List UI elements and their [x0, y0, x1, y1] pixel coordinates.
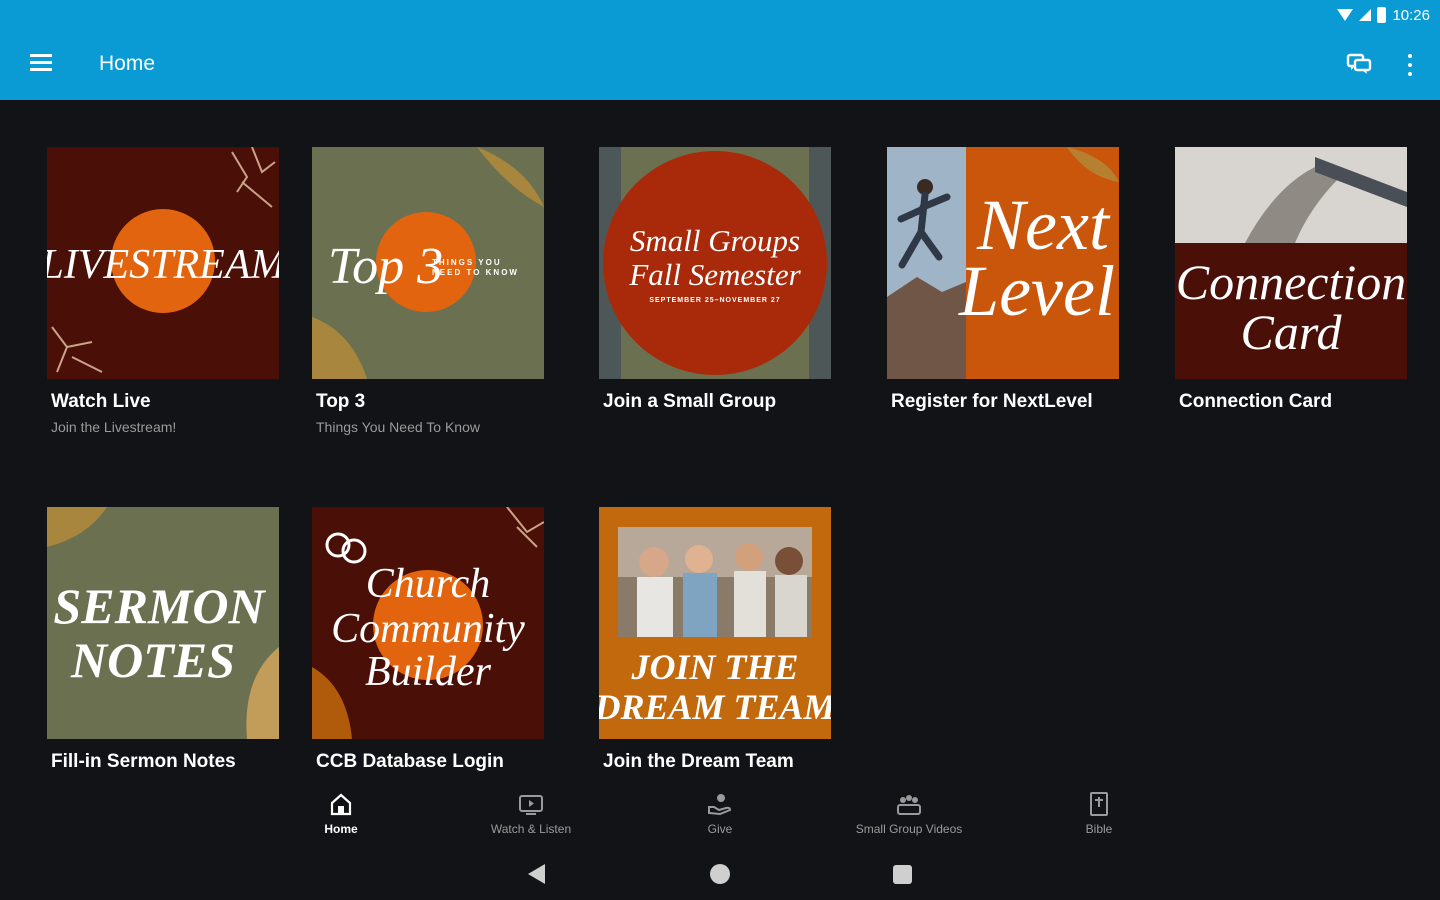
image-text: Small Groups — [630, 223, 800, 258]
page-title: Home — [99, 52, 156, 75]
card-top-3[interactable]: Top 3 THINGS YOU NEED TO KNOW Top 3 Thin… — [312, 147, 544, 435]
card-title: Fill-in Sermon Notes — [51, 751, 236, 772]
nav-label: Small Group Videos — [855, 822, 963, 836]
recent-apps-icon[interactable] — [893, 865, 912, 884]
card-connection-card[interactable]: Connection Card Connection Card — [1175, 147, 1407, 413]
nav-label: Home — [324, 822, 358, 836]
svg-text:Card: Card — [1241, 304, 1343, 360]
card-image: Church Community Builder — [312, 507, 544, 739]
bottom-navigation: Home Watch & Listen Give Small Group Vid… — [0, 790, 1440, 846]
svg-text:Builder: Builder — [365, 649, 492, 695]
image-text: LIVESTREAM — [47, 242, 279, 288]
card-subtitle: Join the Livestream! — [51, 419, 177, 435]
card-watch-live[interactable]: LIVESTREAM Watch Live Join the Livestrea… — [47, 147, 279, 435]
svg-text:DREAM TEAM: DREAM TEAM — [599, 687, 831, 727]
battery-icon — [1377, 7, 1387, 23]
image-text: Connection — [1176, 254, 1407, 310]
home-icon — [330, 793, 352, 816]
card-ccb-login[interactable]: Church Community Builder CCB Database Lo… — [312, 507, 544, 773]
wifi-icon — [1337, 9, 1354, 21]
svg-text:NEED TO KNOW: NEED TO KNOW — [432, 268, 519, 277]
card-small-group[interactable]: Small Groups Fall Semester SEPTEMBER 25–… — [599, 147, 831, 413]
card-image: Next Level — [887, 147, 1119, 379]
home-button-icon[interactable] — [710, 864, 730, 884]
give-hand-icon — [708, 794, 732, 816]
menu-icon[interactable] — [30, 54, 52, 72]
svg-text:Level: Level — [958, 251, 1115, 331]
card-image: LIVESTREAM — [47, 147, 279, 379]
image-text: Church — [366, 561, 490, 607]
image-text: SERMON — [53, 578, 266, 634]
card-image: Small Groups Fall Semester SEPTEMBER 25–… — [599, 147, 831, 379]
image-text: JOIN THE — [630, 647, 798, 687]
card-title: CCB Database Login — [316, 751, 504, 772]
card-title: Watch Live — [51, 391, 151, 412]
card-dream-team[interactable]: JOIN THE DREAM TEAM Join the Dream Team — [599, 507, 831, 773]
back-icon[interactable] — [528, 864, 545, 884]
cell-signal-icon — [1359, 9, 1372, 21]
card-title: Register for NextLevel — [891, 391, 1093, 412]
card-title: Join a Small Group — [603, 391, 777, 412]
more-vert-icon[interactable] — [1406, 54, 1414, 76]
status-bar: 10:26 — [1337, 5, 1430, 25]
card-image: Connection Card — [1175, 147, 1407, 379]
card-title: Top 3 — [316, 391, 366, 412]
card-image: JOIN THE DREAM TEAM — [599, 507, 831, 739]
card-title: Join the Dream Team — [603, 751, 794, 772]
nav-watch-listen[interactable]: Watch & Listen — [461, 790, 601, 836]
nav-label: Bible — [1085, 822, 1113, 836]
nav-small-group-videos[interactable]: Small Group Videos — [839, 790, 979, 836]
nav-label: Give — [707, 822, 733, 836]
card-image: Top 3 THINGS YOU NEED TO KNOW — [312, 147, 544, 379]
nav-home[interactable]: Home — [271, 790, 411, 836]
app-bar: 10:26 Home — [0, 0, 1440, 100]
tv-icon — [519, 795, 543, 815]
svg-text:SEPTEMBER 25–NOVEMBER 27: SEPTEMBER 25–NOVEMBER 27 — [649, 297, 780, 304]
system-navigation — [0, 852, 1440, 896]
nav-give[interactable]: Give — [650, 790, 790, 836]
bible-icon — [1090, 792, 1108, 816]
status-time: 10:26 — [1392, 6, 1430, 24]
group-icon — [897, 795, 921, 815]
svg-text:Community: Community — [331, 606, 525, 652]
chat-icon[interactable] — [1346, 52, 1372, 76]
card-title: Connection Card — [1179, 391, 1333, 412]
card-sermon-notes[interactable]: SERMON NOTES Fill-in Sermon Notes — [47, 507, 279, 773]
svg-text:THINGS YOU: THINGS YOU — [432, 258, 502, 267]
svg-text:Fall Semester: Fall Semester — [628, 257, 801, 292]
card-image: SERMON NOTES — [47, 507, 279, 739]
nav-label: Watch & Listen — [490, 822, 572, 836]
svg-text:NOTES: NOTES — [70, 632, 235, 688]
nav-bible[interactable]: Bible — [1029, 790, 1169, 836]
card-subtitle: Things You Need To Know — [316, 419, 480, 435]
image-text: Top 3 — [328, 238, 443, 295]
card-next-level[interactable]: Next Level Register for NextLevel — [887, 147, 1119, 413]
